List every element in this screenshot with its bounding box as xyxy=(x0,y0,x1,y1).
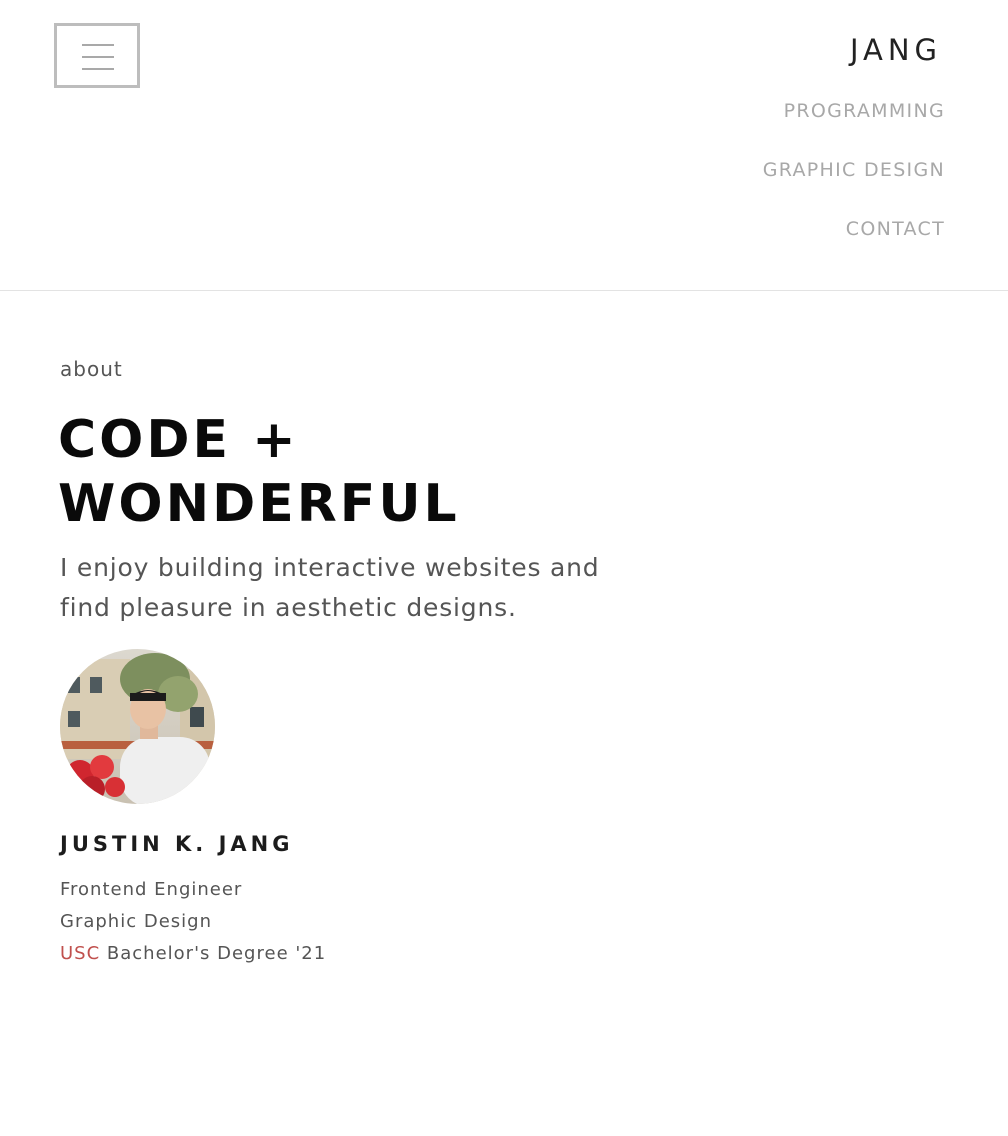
nav-link-graphic-design[interactable]: GRAPHIC DESIGN xyxy=(763,157,945,183)
avatar xyxy=(60,649,215,804)
role-frontend: Frontend Engineer xyxy=(60,879,243,900)
school-name: USC xyxy=(60,943,101,964)
role-graphic-design: Graphic Design xyxy=(60,911,212,932)
education: USC Bachelor's Degree '21 xyxy=(60,938,326,970)
site-logo[interactable]: JANG xyxy=(850,36,942,65)
section-label: about xyxy=(60,357,123,381)
header-divider xyxy=(0,290,1008,291)
tagline: I enjoy building interactive websites an… xyxy=(60,553,600,622)
person-name: JUSTIN K. JANG xyxy=(60,832,294,856)
profile-photo xyxy=(60,649,215,804)
person-details: Frontend Engineer Graphic Design USC Bac… xyxy=(60,874,326,970)
hamburger-menu-icon xyxy=(82,68,114,70)
nav-link-programming[interactable]: PROGRAMMING xyxy=(763,98,945,124)
page-headline: CODE + WONDERFUL xyxy=(58,408,460,536)
hamburger-menu-icon xyxy=(82,44,114,46)
nav-link-contact[interactable]: CONTACT xyxy=(763,216,945,242)
hamburger-menu-icon xyxy=(82,56,114,58)
headline-line-1: CODE + xyxy=(58,410,299,470)
menu-button[interactable] xyxy=(54,23,140,88)
headline-line-2: WONDERFUL xyxy=(58,474,460,534)
degree: Bachelor's Degree '21 xyxy=(106,943,327,964)
main-nav: PROGRAMMING GRAPHIC DESIGN CONTACT xyxy=(763,98,945,275)
